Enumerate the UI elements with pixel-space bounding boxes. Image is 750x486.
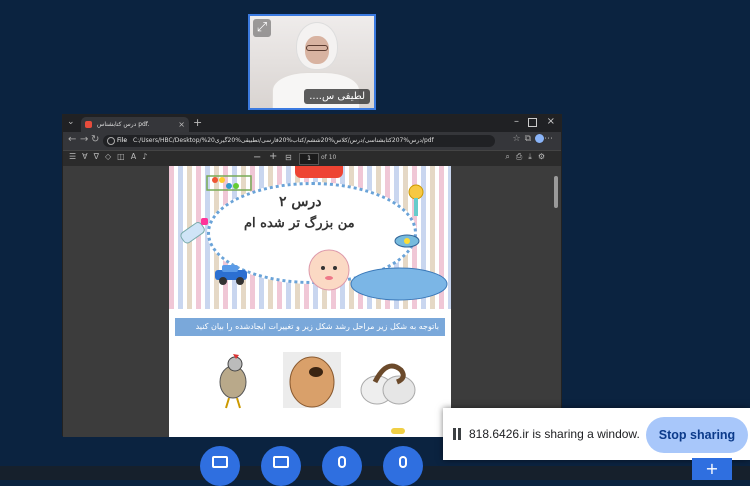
share-message: 818.6426.ir is sharing a window. — [469, 427, 640, 441]
more-menu-icon[interactable]: ⋯ — [544, 134, 557, 144]
print-icon[interactable]: ⎙ — [516, 152, 528, 161]
next-image-peek — [391, 428, 405, 434]
profile-icon[interactable] — [535, 134, 544, 143]
pdf-page: درس ۲ من بزرگ تر شده ام باتوجه به شکل زی… — [169, 166, 451, 437]
phone-icon — [399, 456, 407, 468]
stop-sharing-button[interactable]: Stop sharing — [646, 417, 748, 453]
page-view-icon[interactable]: ◫ — [117, 152, 131, 161]
scrollbar-thumb[interactable] — [554, 176, 558, 208]
baby-bottle-icon — [180, 218, 208, 244]
screen-share-icon — [212, 456, 228, 468]
search-icon[interactable]: ⌕ — [505, 152, 515, 161]
cracked-egg-image — [283, 352, 341, 408]
tab-bar: ⌄ درس کتابشناس pdf. × + – × — [63, 115, 561, 132]
minimize-icon[interactable]: – — [514, 116, 519, 127]
pause-icon[interactable] — [453, 428, 461, 440]
address-bar-actions: ☆⧉ ⋯ — [512, 134, 557, 144]
url-field[interactable]: File C:/Users/HBC/Desktop/%20درس%207کتاب… — [103, 135, 495, 147]
fit-page-icon[interactable]: ⊟ — [285, 153, 292, 162]
contents-icon[interactable]: ☰ — [69, 152, 82, 161]
expand-icon[interactable]: ⤢ — [253, 19, 271, 37]
maximize-icon[interactable] — [528, 118, 537, 127]
camera-button[interactable] — [261, 446, 301, 486]
url-path: C:/Users/HBC/Desktop/%20درس%207کتابشناسی… — [132, 137, 434, 144]
reload-icon[interactable]: ↻ — [91, 134, 99, 145]
zoom-in-icon[interactable]: + — [269, 151, 277, 162]
toy-car-icon — [215, 265, 247, 285]
text-icon[interactable]: A — [131, 152, 142, 161]
read-aloud-icon[interactable]: ♪ — [142, 152, 153, 161]
camera-icon — [273, 456, 289, 468]
presenter-glasses — [306, 45, 328, 51]
shared-browser-window: ⌄ درس کتابشناس pdf. × + – × ← → ↻ File C… — [62, 114, 562, 437]
abacus-toy-icon — [206, 175, 252, 191]
pdf-tools-left: ☰∀∇◇◫A♪ — [69, 152, 153, 161]
highlight-icon[interactable]: ∇ — [94, 152, 105, 161]
url-scheme: File — [117, 137, 128, 144]
forward-icon[interactable]: → — [80, 134, 88, 145]
close-window-icon[interactable]: × — [547, 116, 555, 127]
scrollbar-track[interactable] — [553, 170, 559, 432]
extensions-icon[interactable]: ⧉ — [525, 134, 535, 144]
chicken-image — [219, 354, 247, 409]
hatching-snake-image — [360, 363, 416, 405]
settings-icon[interactable]: ⚙ — [538, 152, 551, 161]
presenter-name-tag: لطیفی س.... — [304, 89, 370, 104]
draw-icon[interactable]: ∀ — [82, 152, 93, 161]
info-icon[interactable] — [107, 137, 115, 145]
pdf-favicon-icon — [85, 121, 92, 128]
tab-title: درس کتابشناس pdf. — [97, 121, 150, 128]
tab-menu-icon[interactable]: ⌄ — [67, 117, 75, 127]
crawling-baby-icon — [308, 249, 448, 301]
favorites-icon[interactable]: ☆ — [512, 134, 524, 144]
microphone-button[interactable] — [322, 446, 362, 486]
screen-share-notification: 818.6426.ir is sharing a window. Stop sh… — [443, 408, 750, 460]
question-prompt: باتوجه به شکل زیر مراحل رشد شکل زیر و تغ… — [175, 318, 445, 336]
presenter-video-tile[interactable]: ⤢ لطیفی س.... — [248, 14, 376, 110]
page-total: of 10 — [321, 154, 337, 161]
ring-stacker-icon — [295, 166, 343, 178]
end-call-button[interactable] — [383, 446, 423, 486]
lesson-number: درس ۲ — [279, 194, 322, 210]
taskbar — [0, 466, 750, 480]
share-screen-button[interactable] — [200, 446, 240, 486]
microphone-icon — [338, 456, 346, 468]
lesson-cover: درس ۲ من بزرگ تر شده ام — [169, 166, 451, 309]
tab-pdf[interactable]: درس کتابشناس pdf. × — [81, 117, 189, 132]
close-tab-icon[interactable]: × — [178, 117, 185, 132]
pdf-viewport[interactable]: درس ۲ من بزرگ تر شده ام باتوجه به شکل زی… — [63, 166, 561, 437]
erase-icon[interactable]: ◇ — [105, 152, 117, 161]
lesson-title: من بزرگ تر شده ام — [244, 216, 355, 231]
back-icon[interactable]: ← — [68, 134, 76, 145]
page-number-input[interactable]: 1 — [299, 153, 319, 165]
address-bar: ← → ↻ File C:/Users/HBC/Desktop/%20درس%2… — [63, 132, 561, 150]
add-button[interactable]: + — [692, 458, 732, 480]
save-icon[interactable]: ⤓ — [528, 152, 538, 161]
new-tab-icon[interactable]: + — [193, 116, 202, 129]
pdf-tools-right: ⌕⎙⤓⚙ — [505, 152, 551, 162]
zoom-out-icon[interactable]: − — [253, 152, 261, 163]
